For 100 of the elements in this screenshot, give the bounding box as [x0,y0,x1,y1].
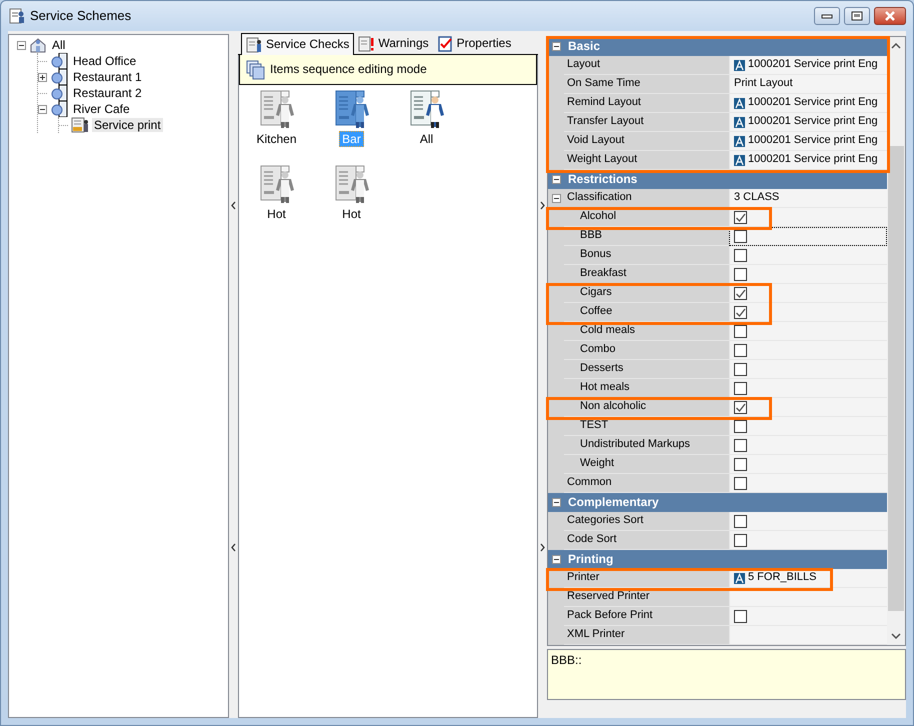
collapse-icon[interactable] [552,194,560,203]
value-cell[interactable] [729,626,887,645]
check-item[interactable]: Hot [239,164,314,239]
property-row[interactable]: Coffee [548,303,887,322]
collapse-icon[interactable] [38,104,47,114]
checkbox[interactable] [734,400,747,414]
checkbox[interactable] [734,382,747,394]
checkbox[interactable] [734,458,747,470]
checkbox[interactable] [734,420,747,432]
checkbox[interactable] [734,306,747,318]
property-row[interactable]: Weight [548,455,887,474]
minimize-button[interactable] [814,7,840,25]
value-cell[interactable] [729,360,887,379]
property-row[interactable]: Categories Sort [548,512,887,531]
checkbox[interactable] [734,210,747,224]
property-row[interactable]: Desserts [548,360,887,379]
property-row[interactable]: Printer 5 FOR_BILLS [548,569,887,588]
property-row[interactable]: Pack Before Print [548,607,887,626]
tab[interactable]: Warnings [354,33,433,54]
property-row[interactable]: Cold meals [548,322,887,341]
property-row[interactable]: Weight Layout 1000201 Service print Eng [548,151,887,170]
property-row[interactable]: Alcohol [548,208,887,227]
collapse-icon[interactable] [552,555,560,564]
tab[interactable]: Properties [432,33,516,54]
category-bar[interactable]: Complementary [548,493,887,512]
value-cell[interactable] [729,322,887,341]
checkbox[interactable] [734,286,747,300]
checkbox[interactable] [734,438,747,452]
value-cell[interactable]: 5 FOR_BILLS [729,569,887,588]
value-cell[interactable] [729,455,887,474]
check-item[interactable]: All [389,89,464,164]
value-cell[interactable] [729,341,887,360]
value-cell[interactable] [729,588,887,607]
property-row[interactable]: Combo [548,341,887,360]
checkbox[interactable] [734,476,747,490]
check-item[interactable]: Kitchen [239,89,314,164]
checkbox[interactable] [734,268,747,280]
value-cell[interactable] [729,379,887,398]
property-row[interactable]: Code Sort [548,531,887,550]
value-cell[interactable]: 1000201 Service print Eng [729,94,887,113]
property-row[interactable]: Bonus [548,246,887,265]
value-cell[interactable]: 1000201 Service print Eng [729,113,887,132]
value-cell[interactable] [729,512,887,531]
checkbox[interactable] [734,362,747,376]
value-cell[interactable]: Print Layout [729,75,887,94]
value-cell[interactable] [729,531,887,550]
checkbox[interactable] [734,610,747,622]
checkbox[interactable] [734,230,747,242]
value-cell[interactable] [729,417,887,436]
tree-item[interactable]: Head Office [71,54,138,68]
checkbox[interactable] [734,248,747,262]
property-row[interactable]: Common [548,474,887,493]
tree-item[interactable]: Restaurant 2 [71,86,144,100]
scrollbar-thumb[interactable] [888,146,904,611]
value-cell[interactable] [729,398,887,417]
maximize-button[interactable] [844,7,870,25]
collapse-icon[interactable] [552,42,560,51]
property-row[interactable]: XML Printer [548,626,887,645]
collapse-icon[interactable] [552,175,560,184]
property-row[interactable]: TEST [548,417,887,436]
property-row[interactable]: Remind Layout 1000201 Service print Eng [548,94,887,113]
property-row[interactable]: Cigars [548,284,887,303]
close-button[interactable] [874,7,906,25]
property-row[interactable]: Undistributed Markups [548,436,887,455]
value-cell[interactable]: 3 CLASS [729,189,887,208]
value-cell[interactable] [729,474,887,493]
checkbox[interactable] [734,514,747,528]
value-cell[interactable]: 1000201 Service print Eng [729,132,887,151]
property-row[interactable]: On Same Time Print Layout [548,75,887,94]
tree-item[interactable]: Restaurant 1 [71,70,144,84]
value-cell[interactable]: 1000201 Service print Eng [729,151,887,170]
checkbox[interactable] [734,534,747,546]
property-row[interactable]: Breakfast [548,265,887,284]
value-cell[interactable] [729,208,887,227]
property-row[interactable]: Hot meals [548,379,887,398]
tree-item[interactable]: All [50,38,68,52]
tree-item[interactable]: River Cafe [71,102,132,116]
value-cell[interactable] [729,227,887,246]
tree-item[interactable]: Service print [92,118,163,132]
property-row[interactable]: BBB [548,227,887,246]
value-cell[interactable] [729,436,887,455]
checkbox[interactable] [734,344,747,356]
property-row[interactable]: Void Layout 1000201 Service print Eng [548,132,887,151]
value-cell[interactable] [729,284,887,303]
collapse-icon[interactable] [17,40,26,50]
property-row[interactable]: Layout 1000201 Service print Eng [548,56,887,75]
property-row[interactable]: Transfer Layout 1000201 Service print Eng [548,113,887,132]
value-cell[interactable] [729,246,887,265]
value-cell[interactable] [729,607,887,626]
property-row[interactable]: Non alcoholic [548,398,887,417]
category-bar[interactable]: Printing [548,550,887,569]
tab[interactable]: Service Checks [241,33,354,55]
check-item[interactable]: Hot [314,164,389,239]
checkbox[interactable] [734,324,747,338]
property-row[interactable]: Classification 3 CLASS [548,189,887,208]
value-cell[interactable] [729,303,887,322]
collapse-icon[interactable] [552,498,560,507]
value-cell[interactable] [729,265,887,284]
expand-icon[interactable] [38,72,47,82]
value-cell[interactable]: 1000201 Service print Eng [729,56,887,75]
